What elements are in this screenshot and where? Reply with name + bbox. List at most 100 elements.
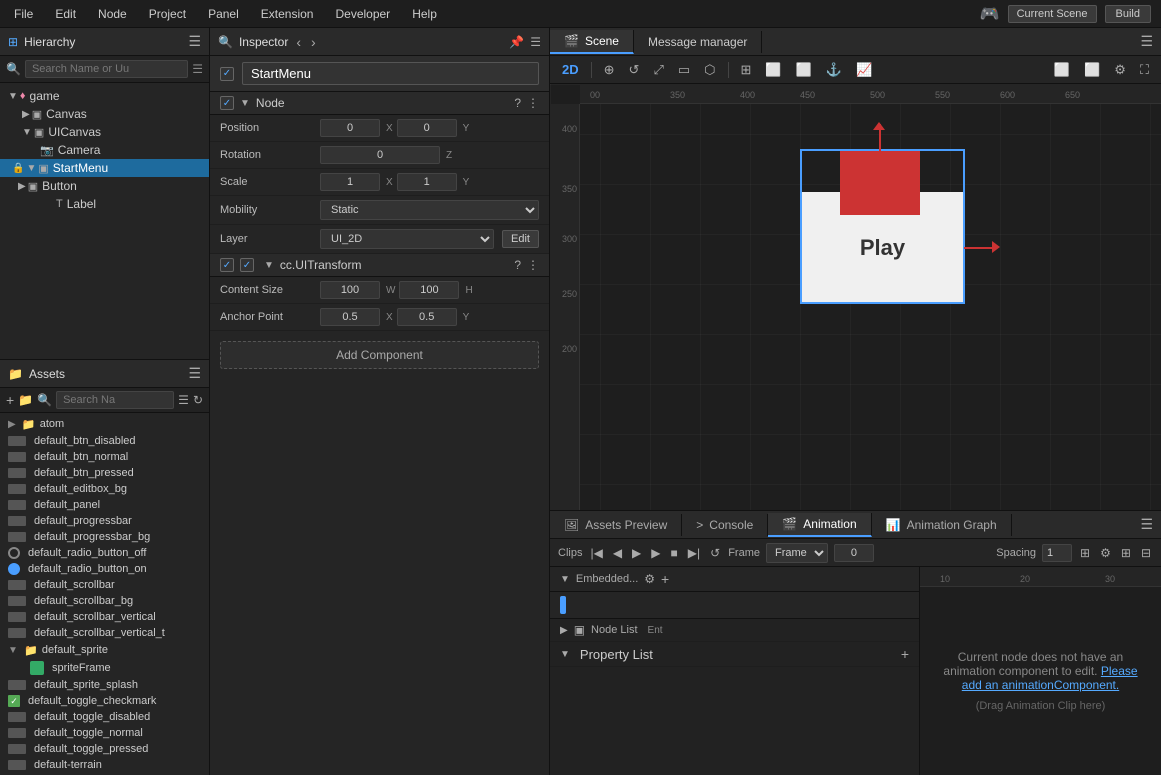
- tree-item-button[interactable]: ▶ ▣ Button: [0, 177, 209, 195]
- asset-scrollbar-vertical[interactable]: default_scrollbar_vertical: [0, 609, 209, 625]
- assets-refresh-btn[interactable]: ↻: [193, 393, 203, 407]
- asset-progressbar[interactable]: default_progressbar: [0, 513, 209, 529]
- tree-item-game[interactable]: ▼ ♦ game: [0, 87, 209, 105]
- tree-item-camera[interactable]: 📷 Camera: [0, 141, 209, 159]
- spacing-input[interactable]: [1042, 544, 1072, 562]
- assets-add-btn[interactable]: +: [6, 392, 14, 408]
- assets-search-input[interactable]: [56, 391, 174, 409]
- asset-panel[interactable]: default_panel: [0, 497, 209, 513]
- inspector-pin-btn[interactable]: 📌: [509, 35, 524, 49]
- graph-tool[interactable]: 📈: [852, 60, 876, 80]
- asset-editbox-bg[interactable]: default_editbox_bg: [0, 481, 209, 497]
- tree-item-canvas[interactable]: ▶ ▣ Canvas: [0, 105, 209, 123]
- asset-atom[interactable]: ▶ 📁 atom: [0, 415, 209, 433]
- node-section-checkbox[interactable]: [220, 96, 234, 110]
- menu-panel[interactable]: Panel: [204, 5, 243, 23]
- scene-fullscreen-btn[interactable]: ⛶: [1136, 60, 1153, 80]
- tree-item-label[interactable]: T Label: [0, 195, 209, 213]
- anim-start-btn[interactable]: |◀: [588, 544, 604, 562]
- node-list-section[interactable]: ▶ ▣ Node List Ent: [550, 619, 919, 642]
- asset-sprite-splash[interactable]: default_sprite_splash: [0, 677, 209, 693]
- asset-scrollbar[interactable]: default_scrollbar: [0, 577, 209, 593]
- scene-dropdown[interactable]: Current Scene: [1008, 5, 1097, 23]
- node-active-checkbox[interactable]: [220, 67, 234, 81]
- tree-item-startmenu[interactable]: 🔒 ▼ ▣ StartMenu: [0, 159, 209, 177]
- menu-extension[interactable]: Extension: [257, 5, 318, 23]
- menu-help[interactable]: Help: [408, 5, 441, 23]
- hierarchy-menu-icon[interactable]: ☰: [188, 33, 201, 50]
- scale-tool[interactable]: ⤢: [649, 60, 667, 80]
- tab-animation-graph[interactable]: 📊 Animation Graph: [872, 514, 1012, 536]
- anchor-point-y-input[interactable]: [397, 308, 457, 326]
- property-list-add-btn[interactable]: +: [901, 646, 909, 662]
- position-y-input[interactable]: [397, 119, 457, 137]
- scale-y-input[interactable]: [397, 173, 457, 191]
- asset-btn-disabled[interactable]: default_btn_disabled: [0, 433, 209, 449]
- layer-edit-btn[interactable]: Edit: [502, 230, 539, 248]
- property-list-section[interactable]: ▼ Property List +: [550, 642, 919, 667]
- assets-menu-icon[interactable]: ☰: [188, 365, 201, 382]
- transform-tool[interactable]: ⊕: [600, 60, 619, 80]
- asset-toggle-pressed[interactable]: default_toggle_pressed: [0, 741, 209, 757]
- menu-file[interactable]: File: [10, 5, 37, 23]
- add-component-btn[interactable]: Add Component: [220, 341, 539, 369]
- bottom-menu-btn[interactable]: ☰: [1132, 512, 1161, 537]
- align-right-tool[interactable]: ⬜: [792, 60, 816, 80]
- snap-tool[interactable]: ⊞: [737, 60, 756, 80]
- node-section-more[interactable]: ⋮: [527, 96, 539, 110]
- frame-dropdown[interactable]: Frame: [766, 543, 828, 563]
- anim-settings[interactable]: ⚙: [1098, 544, 1113, 562]
- menu-node[interactable]: Node: [94, 5, 131, 23]
- anim-close-btn[interactable]: ⊟: [1139, 544, 1153, 562]
- frame-value-input[interactable]: [834, 544, 874, 562]
- uitransform-more[interactable]: ⋮: [527, 258, 539, 272]
- asset-default-terrain[interactable]: default-terrain: [0, 757, 209, 773]
- embedded-settings-btn[interactable]: ⚙: [644, 572, 655, 586]
- uitransform-help[interactable]: ?: [514, 258, 521, 272]
- scene-menu-btn[interactable]: ☰: [1132, 29, 1161, 54]
- scene-canvas[interactable]: 00 350 400 450 500 550 600 650 400 350 3…: [550, 84, 1161, 510]
- content-size-h-input[interactable]: [399, 281, 459, 299]
- menu-developer[interactable]: Developer: [331, 5, 394, 23]
- anim-end-btn[interactable]: ▶|: [686, 544, 702, 562]
- asset-btn-normal[interactable]: default_btn_normal: [0, 449, 209, 465]
- node-name-input[interactable]: [242, 62, 539, 85]
- uitransform-checkbox[interactable]: [220, 258, 234, 272]
- asset-toggle-checkmark[interactable]: ✓ default_toggle_checkmark: [0, 693, 209, 709]
- anim-prev-btn[interactable]: ◀: [611, 544, 624, 562]
- anchor-tool[interactable]: ⚓: [822, 60, 846, 80]
- asset-toggle-disabled[interactable]: default_toggle_disabled: [0, 709, 209, 725]
- inspector-back-btn[interactable]: ‹: [294, 34, 303, 50]
- hierarchy-list-icon[interactable]: ☰: [192, 62, 203, 76]
- scene-settings-btn[interactable]: ⚙: [1110, 60, 1130, 80]
- message-manager-tab[interactable]: Message manager: [634, 31, 762, 53]
- mobility-dropdown[interactable]: Static: [320, 200, 539, 220]
- hierarchy-search-input[interactable]: [25, 60, 188, 78]
- menu-project[interactable]: Project: [145, 5, 190, 23]
- asset-progressbar-bg[interactable]: default_progressbar_bg: [0, 529, 209, 545]
- assets-list-btn[interactable]: ☰: [178, 393, 189, 407]
- anim-loop-btn[interactable]: ↺: [708, 544, 722, 562]
- scene-right-1[interactable]: ⬜: [1050, 60, 1074, 80]
- uitransform-section-header[interactable]: ▼ cc.UITransform ? ⋮: [210, 254, 549, 277]
- tab-assets-preview[interactable]: 🖼 Assets Preview: [550, 514, 682, 536]
- tree-item-uicanvas[interactable]: ▼ ▣ UICanvas: [0, 123, 209, 141]
- embedded-add-btn[interactable]: +: [661, 571, 669, 587]
- align-left-tool[interactable]: ⬜: [761, 60, 785, 80]
- anim-stop-btn[interactable]: ■: [669, 544, 680, 562]
- asset-radio-on[interactable]: default_radio_button_on: [0, 561, 209, 577]
- asset-scrollbar-bg[interactable]: default_scrollbar_bg: [0, 593, 209, 609]
- mode-2d-btn[interactable]: 2D: [558, 60, 583, 79]
- scene-tab[interactable]: 🎬 Scene: [550, 30, 634, 54]
- anim-play-btn[interactable]: ▶: [630, 544, 643, 562]
- rotation-z-input[interactable]: [320, 146, 440, 164]
- content-size-w-input[interactable]: [320, 281, 380, 299]
- scene-right-2[interactable]: ⬜: [1080, 60, 1104, 80]
- node-section-header[interactable]: ▼ Node ? ⋮: [210, 92, 549, 115]
- asset-default-sprite[interactable]: ▼ 📁 default_sprite: [0, 641, 209, 659]
- menu-edit[interactable]: Edit: [51, 5, 80, 23]
- tab-console[interactable]: > Console: [682, 514, 768, 536]
- assets-folder-btn[interactable]: 📁: [18, 393, 33, 407]
- node-section-help[interactable]: ?: [514, 96, 521, 110]
- uitransform-enable-checkbox[interactable]: [240, 258, 254, 272]
